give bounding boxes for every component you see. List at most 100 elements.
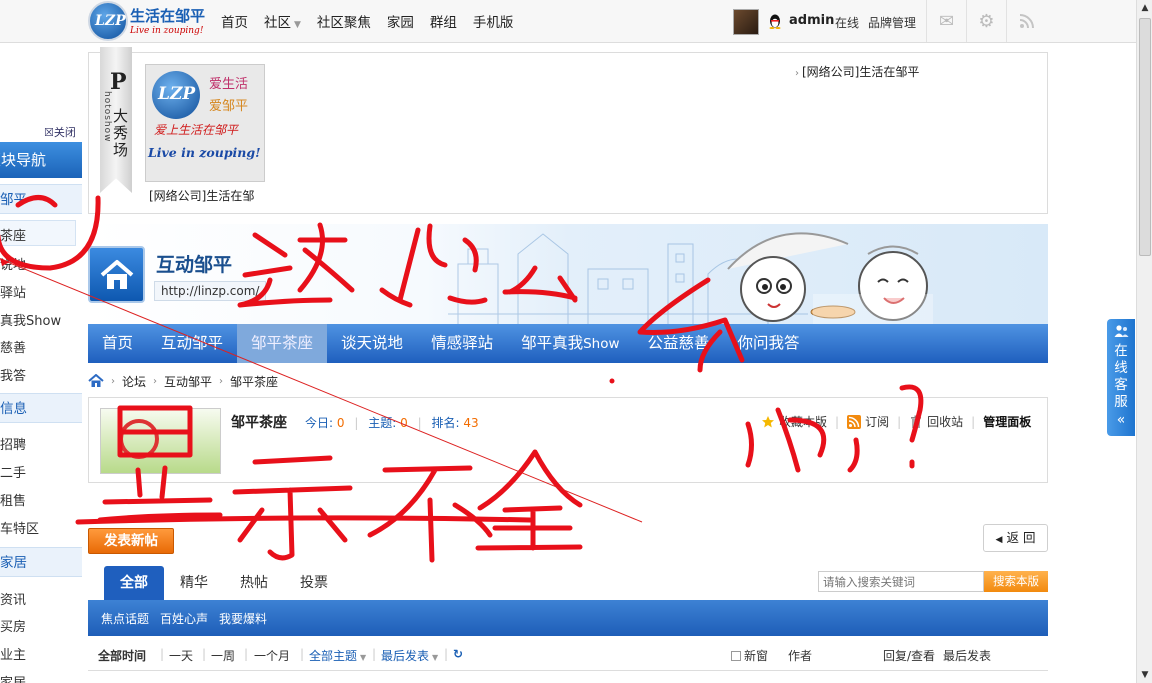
sidebar-item-show[interactable]: 真我Show <box>0 310 61 329</box>
top-nav-groups[interactable]: 群组 <box>430 11 457 31</box>
type-voices[interactable]: 百姓心声 <box>160 610 208 627</box>
filter-all-topics[interactable]: 全部主题 ▼ <box>309 647 366 664</box>
gear-icon[interactable]: ⚙ <box>966 0 1006 42</box>
sidebar-item-news[interactable]: 资讯 <box>0 589 26 608</box>
breadcrumb-interactive[interactable]: 互动邹平 <box>164 373 212 390</box>
new-window-toggle[interactable]: 新窗 <box>731 647 768 664</box>
rss-icon[interactable] <box>1006 0 1046 42</box>
new-post-button[interactable]: 发表新帖 <box>88 528 174 554</box>
sidebar-group-info[interactable]: 信息 <box>0 393 82 423</box>
refresh-icon[interactable]: ↻ <box>453 647 463 661</box>
sidebar-item-owners[interactable]: 业主 <box>0 644 26 663</box>
type-filter-bar: 焦点话题 百姓心声 我要爆料 <box>88 600 1048 636</box>
site-logo[interactable]: LZP 生活在邹平 Live in zouping! <box>88 1 214 41</box>
sidebar-item-charity[interactable]: 慈善 <box>0 337 26 356</box>
filter-separator: | <box>300 647 305 661</box>
scroll-thumb[interactable] <box>1139 18 1151 256</box>
tab-all[interactable]: 全部 <box>104 566 164 600</box>
sidebar-item-secondhand[interactable]: 二手 <box>0 462 26 481</box>
forum-search-button[interactable]: 搜索本版 <box>984 571 1048 592</box>
main-nav-talk[interactable]: 谈天说地 <box>327 324 417 363</box>
sidebar-header: 版块导航 <box>0 142 82 178</box>
forum-icon-ring <box>119 419 159 459</box>
admin-panel-link[interactable]: 管理面板 <box>983 413 1031 430</box>
filter-one-month[interactable]: 一个月 <box>254 647 290 664</box>
scroll-up-arrow-icon[interactable]: ▲ <box>1137 0 1152 16</box>
breadcrumb-current[interactable]: 邹平茶座 <box>230 373 278 390</box>
subscribe-button[interactable]: 订阅 <box>847 413 889 430</box>
sidebar-group-zouping[interactable]: 邹平 <box>0 184 82 214</box>
sidebar-item-furnishing[interactable]: 家居 <box>0 672 26 683</box>
top-nav-home-space[interactable]: 家园 <box>387 11 414 31</box>
main-nav-tea[interactable]: 邹平茶座 <box>237 324 328 363</box>
top-nav-mobile[interactable]: 手机版 <box>473 11 514 31</box>
sidebar-close-button[interactable]: ☒关闭 <box>44 124 76 140</box>
scroll-down-arrow-icon[interactable]: ▼ <box>1137 667 1152 683</box>
page-root: LZP 生活在邹平 Live in zouping! 首页 社区 ▼ 社区聚焦 家… <box>0 0 1152 683</box>
online-service-tab[interactable]: 在线客服 « <box>1107 319 1135 436</box>
main-nav-charity[interactable]: 公益慈善 <box>634 324 724 363</box>
breadcrumb-separator: › <box>153 375 158 387</box>
rank-value: 43 <box>463 416 479 430</box>
sidebar-item-talk[interactable]: 说地 <box>0 254 26 273</box>
photoshow-panel: P hotoshow 大秀场 LZP 爱生活 爱邹平 爱上生活在邹平 Live … <box>88 47 1048 214</box>
type-focus[interactable]: 焦点话题 <box>101 610 149 627</box>
top-nav-community[interactable]: 社区 ▼ <box>264 11 301 31</box>
mail-icon[interactable]: ✉ <box>926 0 966 42</box>
type-report[interactable]: 我要爆料 <box>219 610 267 627</box>
brand-management-link[interactable]: 品牌管理 <box>868 14 916 31</box>
sidebar-item-rent[interactable]: 租售 <box>0 490 26 509</box>
breadcrumb-forum[interactable]: 论坛 <box>122 373 146 390</box>
photoshow-thumbnail[interactable]: LZP 爱生活 爱邹平 爱上生活在邹平 Live in zouping! <box>145 64 265 182</box>
filter-all-topics-label: 全部主题 <box>309 649 358 663</box>
recycle-bin-button[interactable]: 回收站 <box>909 413 963 430</box>
filter-all-time[interactable]: 全部时间 <box>98 647 146 664</box>
main-nav-station[interactable]: 情感驿站 <box>417 324 507 363</box>
avatar[interactable] <box>733 9 759 35</box>
filter-one-week[interactable]: 一周 <box>211 647 235 664</box>
top-nav-focus[interactable]: 社区聚焦 <box>317 11 371 31</box>
back-button-label: 返 回 <box>1006 530 1036 545</box>
sidebar-item-buy-house[interactable]: 买房 <box>0 616 26 635</box>
back-button[interactable]: ◀ 返 回 <box>983 524 1048 552</box>
tab-poll[interactable]: 投票 <box>284 566 344 600</box>
chevron-down-icon: ▼ <box>432 653 439 662</box>
main-nav-show[interactable]: 邹平真我Show <box>507 324 633 363</box>
breadcrumb: › 论坛 › 互动邹平 › 邹平茶座 <box>88 371 278 391</box>
main-nav-interactive[interactable]: 互动邹平 <box>147 324 237 363</box>
sidebar-item-station[interactable]: 驿站 <box>0 282 26 301</box>
collapse-arrows-icon[interactable]: « <box>1107 412 1135 429</box>
vertical-scrollbar[interactable]: ▲ ▼ <box>1136 0 1152 683</box>
new-window-label: 新窗 <box>744 649 769 663</box>
banner-mascot-illustration <box>727 232 933 324</box>
filter-sort-last-post[interactable]: 最后发表 ▼ <box>381 647 438 664</box>
filter-separator: | <box>160 647 165 661</box>
user-name-link[interactable]: admin <box>789 13 834 28</box>
sidebar-group-home[interactable]: 家居 <box>0 547 82 577</box>
filter-sort-label: 最后发表 <box>381 649 430 663</box>
home-icon[interactable] <box>88 374 104 388</box>
new-window-checkbox[interactable] <box>731 651 741 661</box>
main-nav-home[interactable]: 首页 <box>88 324 147 363</box>
sidebar-item-jobs[interactable]: 招聘 <box>0 434 26 453</box>
forum-search-input[interactable] <box>818 571 984 592</box>
sidebar-item-tea[interactable]: 茶座 <box>0 225 26 244</box>
favorite-forum-button[interactable]: 收藏本版 <box>761 413 827 430</box>
thread-filter-bar: 全部时间 | 一天 | 一周 | 一个月 | 全部主题 ▼ | 最后发表 ▼ | ↻… <box>88 638 1048 671</box>
forum-banner-url[interactable]: http://linzp.com/ <box>154 281 267 301</box>
bullet-arrow-icon: › <box>795 68 799 79</box>
sidebar-item-cars[interactable]: 车特区 <box>0 518 39 537</box>
tab-hot[interactable]: 热帖 <box>224 566 284 600</box>
stats-separator: | <box>417 416 422 430</box>
board-nav-sidebar: ☒关闭 版块导航 邹平 茶座 说地 驿站 真我Show 慈善 我答 信息 招聘 … <box>0 120 82 683</box>
photoshow-caption-link[interactable]: [网络公司]生活在邹 <box>149 187 254 204</box>
filter-one-day[interactable]: 一天 <box>169 647 193 664</box>
photoshow-side-link[interactable]: › [网络公司]生活在邹平 <box>795 63 919 80</box>
top-nav-home[interactable]: 首页 <box>221 11 248 31</box>
sidebar-header-label: 版块导航 <box>0 151 47 169</box>
stats-separator: | <box>354 416 359 430</box>
sidebar-item-qa[interactable]: 我答 <box>0 365 26 384</box>
tab-digest[interactable]: 精华 <box>164 566 224 600</box>
main-nav-qa[interactable]: 你问我答 <box>724 324 814 363</box>
user-status[interactable]: 在线 <box>835 14 859 31</box>
